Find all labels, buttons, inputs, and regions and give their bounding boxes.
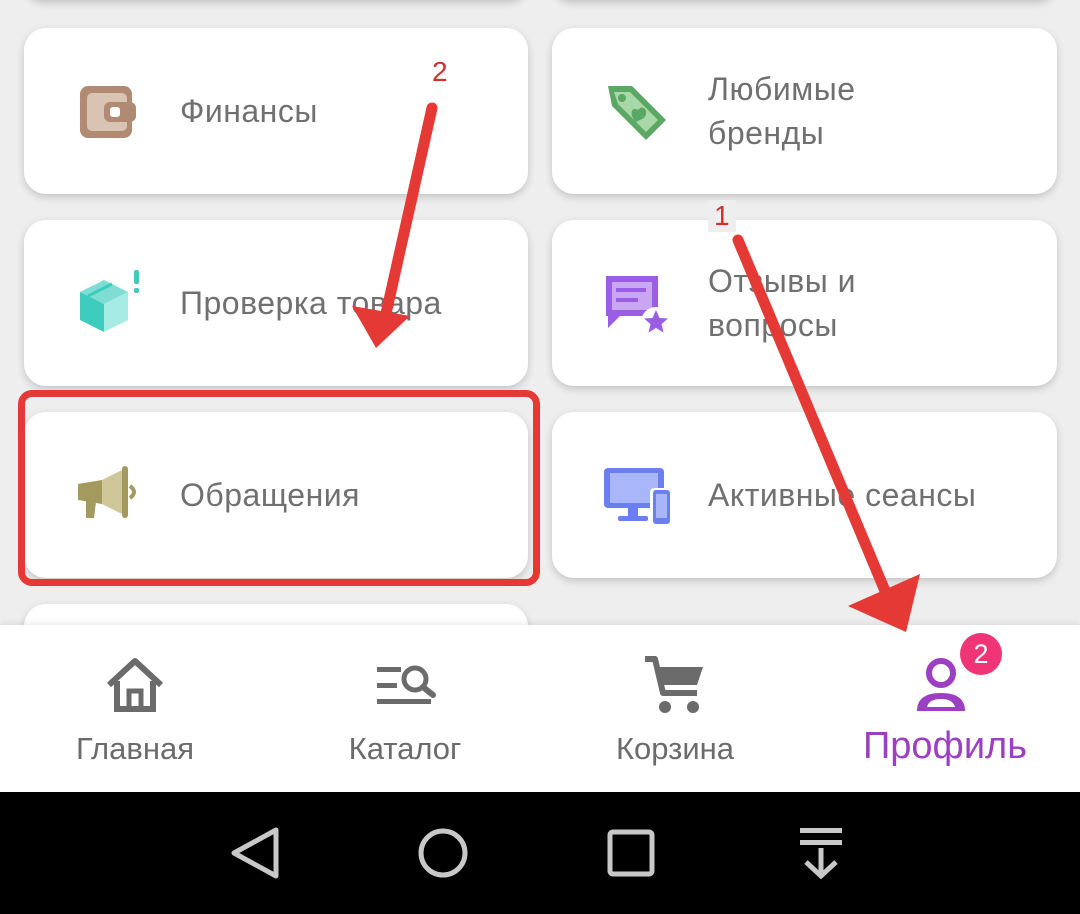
- card-label: Отзывы и вопросы: [708, 263, 856, 343]
- back-icon[interactable]: [220, 818, 290, 888]
- nav-label: Профиль: [862, 725, 1028, 767]
- tag-heart-icon: [608, 86, 666, 140]
- card-favorite-brands[interactable]: Любимые бренды: [552, 28, 1057, 194]
- home-icon: [106, 658, 164, 712]
- system-navigation-bar: [0, 792, 1080, 914]
- card-finances[interactable]: Финансы: [24, 28, 528, 194]
- recents-icon[interactable]: [596, 818, 666, 888]
- annotation-step-1: 1: [708, 200, 736, 232]
- box-check-icon: [80, 270, 139, 332]
- nav-cart[interactable]: Корзина: [540, 625, 810, 792]
- nav-home[interactable]: Главная: [0, 625, 270, 792]
- wallet-icon: [80, 86, 136, 138]
- annotation-step-2: 2: [432, 56, 448, 87]
- card-label: Активные сеансы: [708, 477, 977, 513]
- annotation-highlight-box: [18, 390, 540, 586]
- devices-icon: [604, 468, 672, 526]
- nav-label: Каталог: [348, 731, 462, 766]
- profile-badge: 2: [960, 633, 1002, 675]
- nav-catalog[interactable]: Каталог: [270, 625, 540, 792]
- card-label: Любимые бренды: [708, 71, 856, 151]
- bottom-navigation: Главная Каталог Корзина 2 Профиль: [0, 625, 1080, 792]
- card-label: Проверка товара: [180, 285, 442, 321]
- card-label: Финансы: [180, 93, 318, 129]
- home-circle-icon[interactable]: [408, 818, 478, 888]
- catalog-search-icon: [377, 665, 436, 704]
- nav-label: Корзина: [615, 731, 735, 766]
- nav-label: Главная: [76, 731, 194, 766]
- card-active-sessions[interactable]: Активные сеансы: [552, 412, 1057, 578]
- card-reviews[interactable]: Отзывы и вопросы: [552, 220, 1057, 386]
- card-product-check[interactable]: Проверка товара: [24, 220, 528, 386]
- cart-icon: [645, 656, 703, 713]
- nav-profile[interactable]: 2 Профиль: [810, 625, 1080, 792]
- card-partial-bottom-left[interactable]: [24, 604, 528, 625]
- notification-pulldown-icon[interactable]: [786, 818, 856, 888]
- chat-star-icon: [606, 276, 671, 337]
